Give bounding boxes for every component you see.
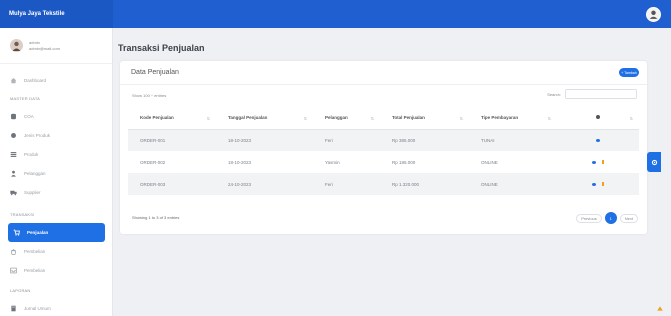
home-icon bbox=[10, 77, 17, 84]
sidebar-heading-transaksi: TRANSAKSI bbox=[10, 212, 35, 217]
inbox-icon bbox=[10, 267, 17, 274]
sidebar-item-label: Jurnal Umum bbox=[24, 306, 51, 311]
search-input[interactable] bbox=[565, 89, 637, 99]
next-button[interactable]: Next bbox=[619, 213, 638, 223]
book-icon bbox=[10, 305, 17, 312]
sidebar-item-pembelian-2[interactable]: Pembelian bbox=[0, 261, 112, 280]
table-row: ORDER-002 18-10-2023 Yasmin Rp 185.000 O… bbox=[128, 151, 639, 173]
card-title: Data Penjualan bbox=[131, 69, 179, 76]
sidebar-item-pelanggan[interactable]: Pelanggan bbox=[0, 164, 112, 183]
search-wrap: Search: bbox=[547, 89, 637, 99]
gear-icon bbox=[651, 159, 657, 165]
cell-actions bbox=[557, 129, 639, 151]
search-label: Search: bbox=[547, 91, 561, 97]
sidebar-item-jurnal-umum[interactable]: Jurnal Umum bbox=[0, 299, 112, 316]
profile-email: admin@mail.com bbox=[29, 45, 60, 51]
top-navbar: Mulya Jaya Tekstile bbox=[0, 0, 671, 28]
cell-actions bbox=[557, 173, 639, 195]
sidebar-item-coa[interactable]: COA bbox=[0, 107, 112, 126]
table-header-row: Kode Penjualan ⇅ Tanggal Penjualan ⇅ Pelan… bbox=[128, 107, 639, 130]
sidebar-item-label: Supplier bbox=[24, 190, 41, 195]
column-header-action[interactable]: ⇅ bbox=[557, 107, 639, 130]
cell-kode: ORDER-002 bbox=[140, 159, 166, 165]
cell-pelanggan: Yasmin bbox=[325, 159, 340, 165]
column-header-total[interactable]: Total Penjualan ⇅ bbox=[380, 107, 469, 130]
cell-pelanggan: Feri bbox=[313, 129, 380, 151]
sidebar-profile: admin admin@mail.com bbox=[0, 28, 112, 64]
card-header: Data Penjualan + Tambah bbox=[120, 61, 647, 85]
pagination: Previous 1 Next bbox=[576, 212, 638, 224]
show-entries-select[interactable]: Show 100 ÷ entries bbox=[132, 93, 166, 98]
sidebar-item-label: COA bbox=[24, 114, 34, 119]
brand-name[interactable]: Mulya Jaya Tekstile bbox=[0, 0, 113, 28]
page-title: Transaksi Penjualan bbox=[118, 43, 205, 53]
sidebar-item-penjualan[interactable]: Penjualan bbox=[8, 223, 105, 242]
user-avatar-icon[interactable] bbox=[646, 6, 661, 22]
sales-table: Kode Penjualan ⇅ Tanggal Penjualan ⇅ Pelan… bbox=[128, 107, 639, 195]
cell-tanggal: 18-10-2023 bbox=[228, 159, 252, 165]
cell-kode: ORDER-001 bbox=[128, 129, 216, 151]
sidebar-heading-master: MASTER DATA bbox=[10, 96, 41, 101]
sidebar-item-pembelian[interactable]: Pembelian bbox=[0, 242, 112, 261]
sidebar: admin admin@mail.com Dashboard MASTER DA… bbox=[0, 28, 113, 316]
list-icon bbox=[10, 151, 17, 158]
bag-icon bbox=[10, 248, 17, 255]
users-icon bbox=[10, 170, 17, 177]
sidebar-item-supplier[interactable]: Supplier bbox=[0, 183, 112, 202]
sidebar-item-dashboard[interactable]: Dashboard bbox=[0, 71, 112, 90]
column-header-pelanggan[interactable]: Pelanggan ⇅ bbox=[313, 107, 380, 130]
previous-button[interactable]: Previous bbox=[576, 213, 602, 223]
edit-icon[interactable] bbox=[602, 159, 604, 164]
cell-kode: ORDER-003 bbox=[128, 173, 216, 195]
table-row: ORDER-003 24-10-2023 Feri Rp 1.320.000 O… bbox=[128, 173, 639, 195]
column-header-tipe[interactable]: Tipe Pembayaran ⇅ bbox=[469, 107, 557, 130]
cell-total: Rp 385.000 bbox=[380, 129, 469, 151]
gear-icon bbox=[596, 115, 600, 120]
table-row: ORDER-001 18-10-2023 Feri Rp 385.000 TUN… bbox=[128, 129, 639, 151]
sidebar-item-label: Jenis Produk bbox=[24, 133, 51, 138]
sidebar-item-label: Pembelian bbox=[24, 268, 46, 273]
cell-total: Rp 185.000 bbox=[392, 159, 416, 165]
add-button[interactable]: + Tambah bbox=[619, 68, 639, 77]
view-icon[interactable] bbox=[592, 160, 596, 164]
cell-tipe: ONLINE bbox=[481, 159, 498, 165]
cell-total: Rp 1.320.000 bbox=[380, 173, 469, 195]
cell-actions bbox=[557, 151, 639, 173]
sidebar-item-label: Pembelian bbox=[24, 249, 46, 254]
settings-toggle[interactable] bbox=[647, 152, 661, 172]
sidebar-item-produk[interactable]: Produk bbox=[0, 145, 112, 164]
view-icon[interactable] bbox=[592, 182, 596, 186]
sidebar-item-label: Dashboard bbox=[24, 78, 47, 83]
arrow-up-icon bbox=[657, 306, 663, 311]
page-button[interactable]: 1 bbox=[604, 212, 617, 224]
view-icon[interactable] bbox=[596, 138, 600, 142]
cell-tipe: ONLINE bbox=[469, 173, 557, 195]
avatar bbox=[10, 39, 23, 52]
truck-icon bbox=[10, 189, 17, 196]
column-header-tanggal[interactable]: Tanggal Penjualan ⇅ bbox=[216, 107, 313, 130]
sidebar-item-label: Penjualan bbox=[27, 230, 49, 235]
sidebar-heading-laporan: LAPORAN bbox=[10, 288, 31, 293]
cell-tanggal: 24-10-2023 bbox=[216, 173, 313, 195]
cell-pelanggan: Feri bbox=[313, 173, 380, 195]
table-controls: Show 100 ÷ entries Search: bbox=[120, 85, 647, 107]
sidebar-item-label: Produk bbox=[24, 152, 39, 157]
cell-tanggal: 18-10-2023 bbox=[216, 129, 313, 151]
edit-icon[interactable] bbox=[602, 181, 604, 186]
sidebar-item-jenis-produk[interactable]: Jenis Produk bbox=[0, 126, 112, 145]
data-card: Data Penjualan + Tambah Show 100 ÷ entri… bbox=[120, 61, 647, 234]
database-icon bbox=[10, 113, 17, 120]
cell-tipe: TUNAI bbox=[469, 129, 557, 151]
column-header-kode[interactable]: Kode Penjualan ⇅ bbox=[128, 107, 216, 130]
table-info: Showing 1 to 3 of 3 entries bbox=[132, 215, 180, 220]
cart-icon bbox=[13, 229, 20, 236]
scroll-top-button[interactable] bbox=[656, 305, 664, 312]
sidebar-item-label: Pelanggan bbox=[24, 171, 46, 176]
tag-icon bbox=[10, 132, 17, 139]
